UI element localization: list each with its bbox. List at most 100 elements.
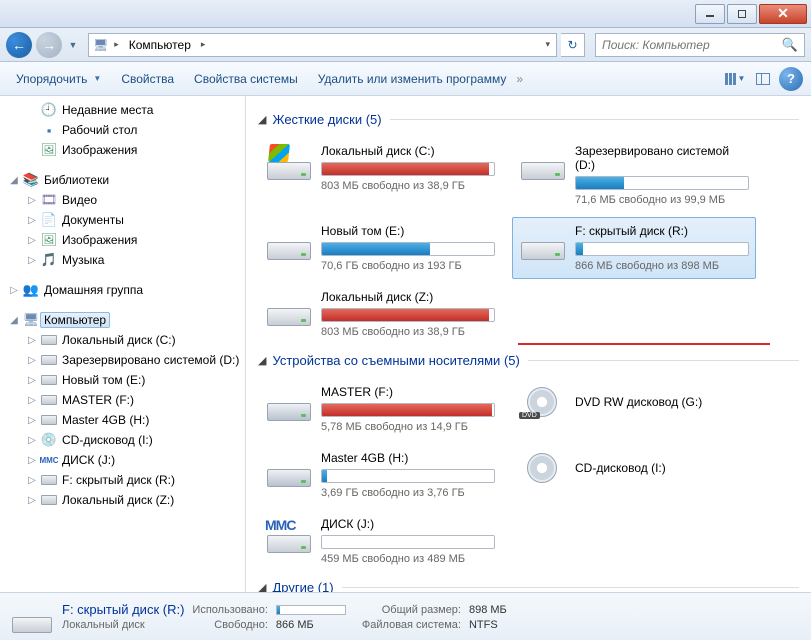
organize-button[interactable]: Упорядочить▼: [6, 66, 111, 92]
sidebar-drive-item[interactable]: ▷MASTER (F:): [24, 390, 245, 410]
search-input[interactable]: [602, 38, 782, 52]
search-box[interactable]: 🔍: [595, 33, 805, 57]
drive-g[interactable]: DVD DVD RW дисковод (G:): [512, 378, 756, 440]
sidebar: 🕘Недавние места ▪Рабочий стол 🖼Изображен…: [0, 96, 246, 592]
toolbar: Упорядочить▼ Свойства Свойства системы У…: [0, 62, 811, 96]
sidebar-drive-item[interactable]: ▷MMCДИСК (J:): [24, 450, 245, 470]
breadcrumb-computer[interactable]: Компьютер: [125, 36, 195, 54]
drive-free-text: 71,6 МБ свободно из 99,9 МБ: [575, 194, 749, 206]
libraries-group: ◢📚Библиотеки ▷🎞Видео ▷📄Документы ▷🖼Изобр…: [6, 170, 245, 270]
drive-f[interactable]: MASTER (F:) 5,78 МБ свободно из 14,9 ГБ: [258, 378, 502, 440]
forward-button[interactable]: →: [36, 32, 62, 58]
sidebar-drive-item[interactable]: ▷Новый том (E:): [24, 370, 245, 390]
drive-z[interactable]: Локальный диск (Z:) 803 МБ свободно из 3…: [258, 283, 502, 345]
preview-pane-button[interactable]: [749, 67, 777, 91]
homegroup-group: ▷👥Домашняя группа: [6, 280, 245, 300]
uninstall-button[interactable]: Удалить или изменить программу: [308, 66, 517, 92]
sidebar-drive-item[interactable]: ▷Локальный диск (Z:): [24, 490, 245, 510]
details-fs-val: NTFS: [469, 619, 507, 631]
drive-label: ДИСК (J:): [321, 517, 495, 531]
refresh-button[interactable]: ↻: [561, 33, 585, 57]
details-used-bar: [276, 604, 346, 616]
group-other[interactable]: ◢ Другие (1): [258, 580, 799, 592]
drive-label: Локальный диск (Z:): [321, 290, 495, 304]
dvd-drive-icon: DVD: [519, 385, 567, 421]
sidebar-computer[interactable]: ◢🖥Компьютер: [6, 310, 245, 330]
drive-label: Master 4GB (H:): [321, 451, 495, 465]
drive-icon: [12, 601, 52, 633]
sidebar-video[interactable]: ▷🎞Видео: [24, 190, 245, 210]
drive-icon: [265, 224, 313, 260]
drive-r[interactable]: F: скрытый диск (R:) 866 МБ свободно из …: [512, 217, 756, 279]
sidebar-drive-item[interactable]: ▷💿CD-дисковод (I:): [24, 430, 245, 450]
drive-e[interactable]: Новый том (E:) 70,6 ГБ свободно из 193 Г…: [258, 217, 502, 279]
maximize-button[interactable]: [727, 4, 757, 24]
content-pane: ◢ Жесткие диски (5) Локальный диск (C:) …: [246, 96, 811, 592]
help-button[interactable]: ?: [777, 67, 805, 91]
sidebar-music[interactable]: ▷🎵Музыка: [24, 250, 245, 270]
minimize-button[interactable]: [695, 4, 725, 24]
drive-icon: [265, 385, 313, 421]
close-button[interactable]: ✕: [759, 4, 807, 24]
drive-free-text: 5,78 МБ свободно из 14,9 ГБ: [321, 421, 495, 433]
sidebar-drive-item[interactable]: ▷Зарезервировано системой (D:): [24, 350, 245, 370]
drive-d[interactable]: Зарезервировано системой (D:) 71,6 МБ св…: [512, 137, 756, 213]
collapse-icon: ◢: [258, 113, 266, 126]
drive-icon: [519, 224, 567, 260]
sidebar-drive-item[interactable]: ▷F: скрытый диск (R:): [24, 470, 245, 490]
details-free-val: 866 МБ: [276, 619, 346, 631]
drive-i[interactable]: CD-дисковод (I:): [512, 444, 756, 506]
drive-j[interactable]: MMC ДИСК (J:) 459 МБ свободно из 489 МБ: [258, 510, 502, 572]
details-pane: F: скрытый диск (R:) Использовано: Общий…: [0, 592, 811, 640]
computer-icon: 🖥: [93, 38, 108, 52]
drive-label: CD-дисковод (I:): [575, 461, 749, 475]
drive-label: MASTER (F:): [321, 385, 495, 399]
navbar: ← → ▼ 🖥 ▸ Компьютер ▸ ▾ ↻ 🔍: [0, 28, 811, 62]
annotation-underline: [518, 343, 770, 345]
drive-free-text: 866 МБ свободно из 898 МБ: [575, 260, 749, 272]
sidebar-recent[interactable]: 🕘Недавние места: [24, 100, 245, 120]
sidebar-libraries[interactable]: ◢📚Библиотеки: [6, 170, 245, 190]
address-dropdown[interactable]: ▾: [543, 39, 552, 50]
sidebar-homegroup[interactable]: ▷👥Домашняя группа: [6, 280, 245, 300]
search-icon: 🔍: [782, 37, 798, 53]
chevron-right-icon: ▸: [112, 39, 121, 50]
drive-icon: [265, 451, 313, 487]
drive-free-text: 803 МБ свободно из 38,9 ГБ: [321, 326, 495, 338]
computer-group: ◢🖥Компьютер ▷Локальный диск (C:)▷Зарезер…: [6, 310, 245, 510]
details-total-label: Общий размер:: [362, 604, 461, 616]
drive-h[interactable]: Master 4GB (H:) 3,69 ГБ свободно из 3,76…: [258, 444, 502, 506]
address-bar[interactable]: 🖥 ▸ Компьютер ▸ ▾: [88, 33, 557, 57]
drive-label: F: скрытый диск (R:): [575, 224, 749, 238]
view-button[interactable]: ▼: [721, 67, 749, 91]
drive-label: DVD RW дисковод (G:): [575, 395, 749, 409]
sidebar-drive-item[interactable]: ▷Локальный диск (C:): [24, 330, 245, 350]
chevron-right-icon[interactable]: ▸: [199, 39, 208, 50]
favorites-group: 🕘Недавние места ▪Рабочий стол 🖼Изображен…: [6, 100, 245, 160]
mmc-icon: MMC: [265, 517, 313, 553]
details-total-val: 898 МБ: [469, 604, 507, 616]
sidebar-pictures-lib[interactable]: ▷🖼Изображения: [24, 230, 245, 250]
drive-label: Зарезервировано системой (D:): [575, 144, 749, 172]
collapse-icon: ◢: [258, 581, 266, 592]
drive-free-text: 459 МБ свободно из 489 МБ: [321, 553, 495, 565]
group-removable[interactable]: ◢ Устройства со съемными носителями (5): [258, 353, 799, 368]
drive-label: Локальный диск (C:): [321, 144, 495, 158]
drive-free-text: 70,6 ГБ свободно из 193 ГБ: [321, 260, 495, 272]
cd-drive-icon: [519, 451, 567, 487]
sidebar-pictures-fav[interactable]: 🖼Изображения: [24, 140, 245, 160]
drive-icon: [265, 290, 313, 326]
back-button[interactable]: ←: [6, 32, 32, 58]
system-properties-button[interactable]: Свойства системы: [184, 66, 308, 92]
drive-icon: [519, 144, 567, 180]
group-hard-disks[interactable]: ◢ Жесткие диски (5): [258, 112, 799, 127]
sidebar-documents[interactable]: ▷📄Документы: [24, 210, 245, 230]
sidebar-drive-item[interactable]: ▷Master 4GB (H:): [24, 410, 245, 430]
drive-c[interactable]: Локальный диск (C:) 803 МБ свободно из 3…: [258, 137, 502, 213]
details-type: Локальный диск: [62, 619, 184, 631]
properties-button[interactable]: Свойства: [111, 66, 184, 92]
sidebar-desktop[interactable]: ▪Рабочий стол: [24, 120, 245, 140]
collapse-icon: ◢: [258, 354, 266, 367]
nav-history-dropdown[interactable]: ▼: [66, 32, 80, 58]
details-name: F: скрытый диск (R:): [62, 602, 184, 617]
